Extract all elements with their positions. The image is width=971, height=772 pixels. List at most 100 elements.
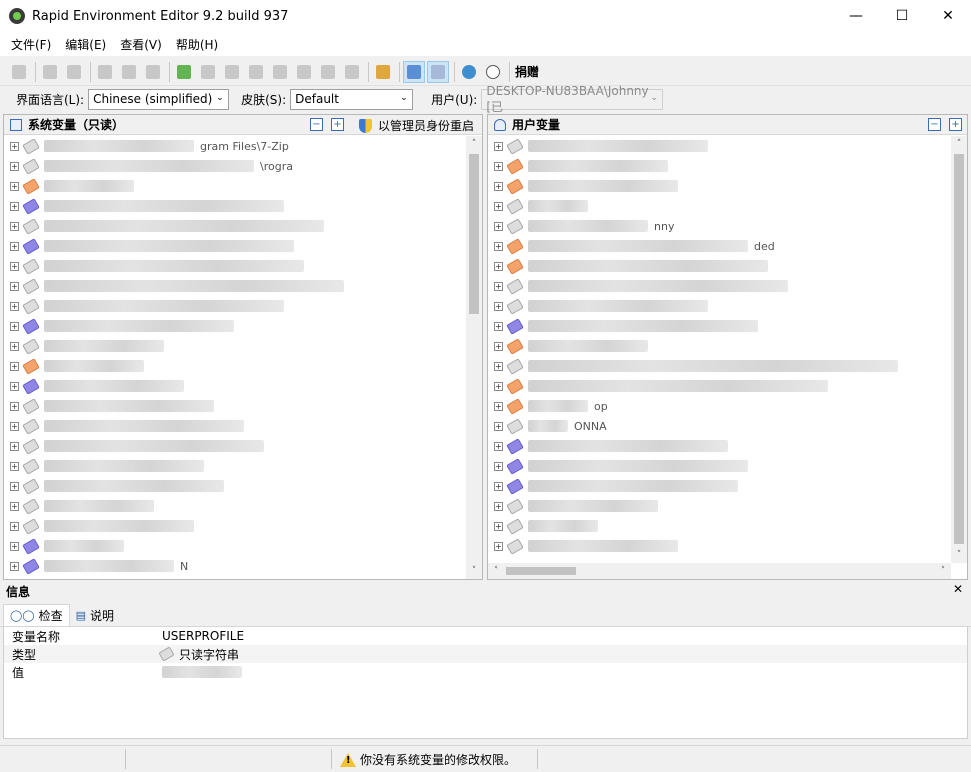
variable-row[interactable]: + xyxy=(4,496,466,516)
menu-file[interactable]: 文件(F) xyxy=(4,36,58,53)
duplicate-icon[interactable] xyxy=(269,61,291,83)
expand-toggle-icon[interactable]: + xyxy=(10,501,19,511)
expand-toggle-icon[interactable]: + xyxy=(494,301,503,311)
expand-toggle-icon[interactable]: + xyxy=(10,241,19,251)
variable-row[interactable]: + op xyxy=(488,396,951,416)
tab-inspect[interactable]: ◯◯ 检查 xyxy=(3,604,70,626)
expand-toggle-icon[interactable]: + xyxy=(10,181,19,191)
maximize-button[interactable]: ☐ xyxy=(879,0,925,32)
variable-row[interactable]: + xyxy=(4,256,466,276)
variable-row[interactable]: + xyxy=(4,276,466,296)
variable-row[interactable]: + xyxy=(488,336,951,356)
variable-row[interactable]: + xyxy=(4,196,466,216)
collapse-all-button[interactable]: − xyxy=(310,118,323,131)
variable-row[interactable]: + xyxy=(4,516,466,536)
expand-toggle-icon[interactable]: + xyxy=(10,341,19,351)
tab-description[interactable]: ▤ 说明 xyxy=(70,604,120,626)
variable-row[interactable]: + N xyxy=(4,556,466,576)
restart-as-admin-button[interactable]: 以管理员身份重启 xyxy=(358,117,474,134)
menu-view[interactable]: 查看(V) xyxy=(113,36,169,53)
settings-gear-icon[interactable] xyxy=(372,61,394,83)
user-select[interactable]: DESKTOP-NU83BAA\Johnny [已 ⌄ xyxy=(481,84,664,114)
expand-toggle-icon[interactable]: + xyxy=(10,381,19,391)
variable-row[interactable]: + xyxy=(4,176,466,196)
expand-toggle-icon[interactable]: + xyxy=(10,461,19,471)
expand-toggle-icon[interactable]: + xyxy=(10,401,19,411)
add-value-icon[interactable] xyxy=(197,61,219,83)
save-icon[interactable] xyxy=(8,61,30,83)
variable-row[interactable]: + ded xyxy=(488,236,951,256)
collapse-all-button[interactable]: − xyxy=(928,118,941,131)
expand-toggle-icon[interactable]: + xyxy=(10,421,19,431)
variable-row[interactable]: + xyxy=(4,236,466,256)
expand-toggle-icon[interactable]: + xyxy=(10,301,19,311)
variable-row[interactable]: + xyxy=(488,376,951,396)
variable-row[interactable]: + xyxy=(4,356,466,376)
variable-row[interactable]: + xyxy=(488,536,951,556)
expand-toggle-icon[interactable]: + xyxy=(494,461,503,471)
variable-row[interactable]: + xyxy=(4,296,466,316)
variable-row[interactable]: + xyxy=(4,476,466,496)
expand-toggle-icon[interactable]: + xyxy=(494,181,503,191)
move-up-icon[interactable] xyxy=(317,61,339,83)
expand-toggle-icon[interactable]: + xyxy=(10,541,19,551)
donate-button[interactable]: 捐赠 xyxy=(515,63,539,80)
expand-toggle-icon[interactable]: + xyxy=(494,361,503,371)
variable-row[interactable]: + \rogra xyxy=(4,156,466,176)
move-down-icon[interactable] xyxy=(341,61,363,83)
variable-row[interactable]: + xyxy=(488,496,951,516)
scroll-right-arrow[interactable]: ˃ xyxy=(935,563,951,579)
menu-edit[interactable]: 编辑(E) xyxy=(58,36,113,53)
variable-row[interactable]: + xyxy=(4,416,466,436)
variable-row[interactable]: + xyxy=(488,296,951,316)
expand-toggle-icon[interactable]: + xyxy=(10,321,19,331)
expand-toggle-icon[interactable]: + xyxy=(494,261,503,271)
language-select[interactable]: Chinese (simplified) ⌄ xyxy=(88,88,230,110)
expand-toggle-icon[interactable]: + xyxy=(494,441,503,451)
system-variables-tree[interactable]: + gram Files\7-Zip + \rogra + + + + + + + + + + + + + + + +… xyxy=(4,136,466,579)
variable-row[interactable]: + gram Files\7-Zip xyxy=(4,136,466,156)
variable-row[interactable]: + xyxy=(4,376,466,396)
view-tags-icon[interactable] xyxy=(427,60,449,83)
variable-row[interactable]: + xyxy=(488,436,951,456)
redo-icon[interactable] xyxy=(63,61,85,83)
expand-toggle-icon[interactable]: + xyxy=(494,321,503,331)
expand-toggle-icon[interactable]: + xyxy=(494,141,503,151)
expand-toggle-icon[interactable]: + xyxy=(10,261,19,271)
user-variables-tree[interactable]: + + + + + nny + ded + + + + + + + + op + ONNA + + + + + + xyxy=(488,136,951,563)
scrollbar-thumb[interactable] xyxy=(954,154,964,544)
user-horizontal-scrollbar[interactable]: ˂ ˃ xyxy=(488,563,951,579)
expand-toggle-icon[interactable]: + xyxy=(494,541,503,551)
expand-toggle-icon[interactable]: + xyxy=(494,341,503,351)
variable-row[interactable]: + xyxy=(488,316,951,336)
system-vertical-scrollbar[interactable]: ˄ ˅ xyxy=(466,136,482,579)
variable-row[interactable]: + xyxy=(488,276,951,296)
help-question-icon[interactable] xyxy=(482,61,504,83)
scroll-down-arrow[interactable]: ˅ xyxy=(951,547,967,563)
variable-row[interactable]: + ONNA xyxy=(488,416,951,436)
variable-row[interactable]: + xyxy=(488,136,951,156)
paste-icon[interactable] xyxy=(118,61,140,83)
variable-row[interactable]: + xyxy=(4,436,466,456)
menu-help[interactable]: 帮助(H) xyxy=(169,36,225,53)
variable-row[interactable]: + xyxy=(488,156,951,176)
variable-row[interactable]: + xyxy=(488,256,951,276)
expand-toggle-icon[interactable]: + xyxy=(10,441,19,451)
variable-row[interactable]: + xyxy=(488,476,951,496)
expand-toggle-icon[interactable]: + xyxy=(10,281,19,291)
scrollbar-thumb[interactable] xyxy=(469,154,479,314)
expand-toggle-icon[interactable]: + xyxy=(494,201,503,211)
expand-toggle-icon[interactable]: + xyxy=(10,161,19,171)
web-globe-icon[interactable] xyxy=(458,61,480,83)
expand-toggle-icon[interactable]: + xyxy=(494,481,503,491)
expand-toggle-icon[interactable]: + xyxy=(494,381,503,391)
undo-icon[interactable] xyxy=(39,61,61,83)
variable-row[interactable]: + xyxy=(488,516,951,536)
minimize-button[interactable]: — xyxy=(833,0,879,32)
delete-icon[interactable] xyxy=(142,61,164,83)
expand-all-button[interactable]: + xyxy=(949,118,962,131)
variable-row[interactable]: + xyxy=(4,456,466,476)
expand-toggle-icon[interactable]: + xyxy=(494,501,503,511)
edit-icon[interactable] xyxy=(221,61,243,83)
expand-toggle-icon[interactable]: + xyxy=(494,521,503,531)
